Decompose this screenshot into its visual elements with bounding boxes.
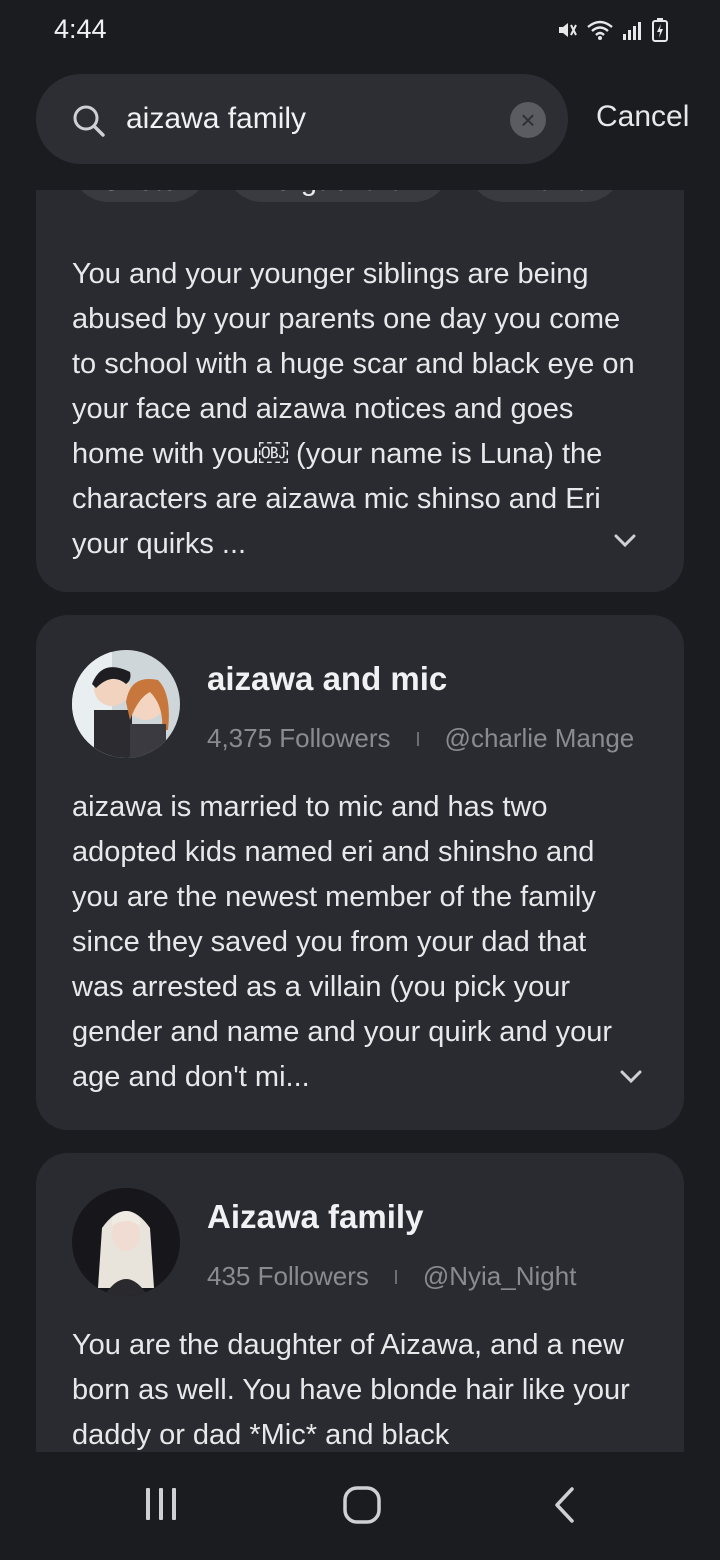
tag-chip[interactable]: Korgacharav (225, 190, 451, 202)
mute-icon (559, 23, 577, 37)
character-description: You are the daughter of Aizawa, and a ne… (72, 1329, 630, 1451)
search-icon (73, 105, 105, 137)
creator-handle[interactable]: @charlie Mange (445, 723, 635, 754)
meta-divider (416, 731, 419, 746)
cancel-button[interactable]: Cancel (596, 100, 689, 134)
search-box[interactable]: × (36, 74, 568, 164)
navigation-bar (0, 1452, 720, 1560)
chevron-down-icon[interactable] (620, 1070, 642, 1084)
chevron-down-icon[interactable] (614, 534, 636, 548)
character-name[interactable]: Aizawa family (207, 1198, 423, 1236)
clear-search-button[interactable]: × (510, 102, 546, 138)
status-icons (556, 18, 668, 42)
meta-divider (394, 1269, 397, 1284)
avatar (72, 1188, 180, 1296)
character-description: You and your younger siblings are being … (72, 258, 635, 560)
followers-count: 435 Followers (207, 1261, 369, 1291)
result-card[interactable]: aizawa and mic 4,375 Followers @charlie … (36, 615, 684, 1130)
search-input[interactable] (126, 96, 486, 142)
status-time: 4:44 (54, 14, 107, 44)
recent-apps-icon[interactable] (144, 1486, 178, 1522)
result-card[interactable]: Shoto Korgacharav Aizawa You and your yo… (36, 190, 684, 592)
creator-handle[interactable]: @Nyia_Night (423, 1261, 577, 1292)
wifi-icon (587, 20, 613, 40)
character-meta: 435 Followers @Nyia_Night (207, 1261, 576, 1292)
tag-chip[interactable]: Aizawa (468, 190, 622, 202)
results-list[interactable]: Shoto Korgacharav Aizawa You and your yo… (0, 190, 720, 1452)
result-card[interactable]: Aizawa family 435 Followers @Nyia_Night … (36, 1153, 684, 1452)
search-row: × Cancel (0, 74, 720, 166)
tag-chip[interactable]: Shoto (72, 190, 208, 202)
followers-count: 4,375 Followers (207, 723, 391, 753)
character-description: aizawa is married to mic and has two ado… (72, 791, 613, 1093)
back-icon[interactable] (552, 1486, 576, 1524)
battery-charging-icon (652, 18, 668, 42)
avatar (72, 650, 180, 758)
character-meta: 4,375 Followers @charlie Mange (207, 723, 634, 754)
home-icon[interactable] (343, 1486, 381, 1524)
status-bar: 4:44 (0, 0, 720, 64)
close-icon: × (520, 105, 536, 135)
character-name[interactable]: aizawa and mic (207, 660, 447, 698)
signal-icon (623, 22, 641, 40)
tag-list: Shoto Korgacharav Aizawa (72, 190, 622, 202)
